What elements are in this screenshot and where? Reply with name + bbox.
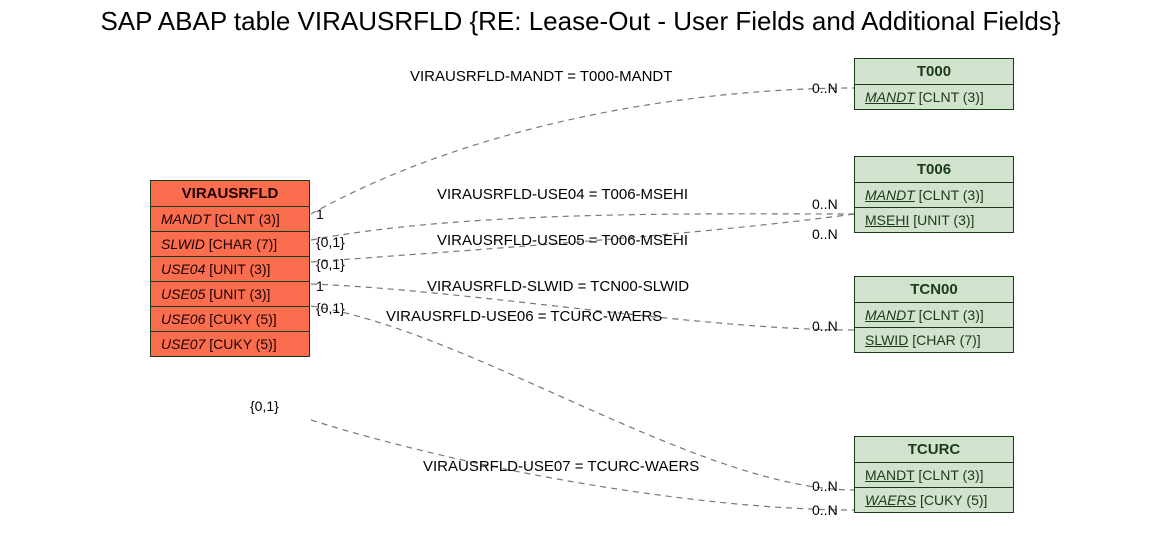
cardinality: 0..N xyxy=(812,478,838,494)
relation-label: VIRAUSRFLD-USE04 = T006-MSEHI xyxy=(437,186,688,203)
entity-tcurc: TCURC MANDT [CLNT (3)] WAERS [CUKY (5)] xyxy=(854,436,1014,513)
cardinality: 0..N xyxy=(812,502,838,518)
relation-label: VIRAUSRFLD-USE05 = T006-MSEHI xyxy=(437,232,688,249)
entity-field: MANDT [CLNT (3)] xyxy=(855,463,1013,488)
relation-label: VIRAUSRFLD-SLWID = TCN00-SLWID xyxy=(427,278,689,295)
entity-header: T000 xyxy=(855,59,1013,85)
entity-header: TCURC xyxy=(855,437,1013,463)
entity-t006: T006 MANDT [CLNT (3)] MSEHI [UNIT (3)] xyxy=(854,156,1014,233)
entity-field: USE04 [UNIT (3)] xyxy=(151,257,309,282)
relation-label: VIRAUSRFLD-USE06 = TCURC-WAERS xyxy=(386,308,662,325)
cardinality: {0,1} xyxy=(250,398,279,414)
entity-field: SLWID [CHAR (7)] xyxy=(855,328,1013,352)
cardinality: {0,1} xyxy=(316,234,345,250)
entity-field: USE07 [CUKY (5)] xyxy=(151,332,309,356)
entity-t000: T000 MANDT [CLNT (3)] xyxy=(854,58,1014,110)
entity-virausrfld: VIRAUSRFLD MANDT [CLNT (3)] SLWID [CHAR … xyxy=(150,180,310,357)
cardinality: {0,1} xyxy=(316,256,345,272)
entity-field: MANDT [CLNT (3)] xyxy=(855,183,1013,208)
entity-field: USE05 [UNIT (3)] xyxy=(151,282,309,307)
entity-tcn00: TCN00 MANDT [CLNT (3)] SLWID [CHAR (7)] xyxy=(854,276,1014,353)
entity-field: MANDT [CLNT (3)] xyxy=(855,85,1013,109)
entity-header: T006 xyxy=(855,157,1013,183)
cardinality: 0..N xyxy=(812,80,838,96)
entity-field: WAERS [CUKY (5)] xyxy=(855,488,1013,512)
entity-field: MANDT [CLNT (3)] xyxy=(855,303,1013,328)
cardinality: 0..N xyxy=(812,196,838,212)
entity-field: MANDT [CLNT (3)] xyxy=(151,207,309,232)
entity-header: VIRAUSRFLD xyxy=(151,181,309,207)
page-title: SAP ABAP table VIRAUSRFLD {RE: Lease-Out… xyxy=(0,6,1161,37)
entity-field: MSEHI [UNIT (3)] xyxy=(855,208,1013,232)
cardinality: 0..N xyxy=(812,318,838,334)
relation-label: VIRAUSRFLD-USE07 = TCURC-WAERS xyxy=(423,458,699,475)
cardinality: 0..N xyxy=(812,226,838,242)
relation-label: VIRAUSRFLD-MANDT = T000-MANDT xyxy=(410,68,672,85)
entity-field: SLWID [CHAR (7)] xyxy=(151,232,309,257)
cardinality: 1 xyxy=(316,206,324,222)
cardinality: {0,1} xyxy=(316,300,345,316)
cardinality: 1 xyxy=(316,278,324,294)
entity-header: TCN00 xyxy=(855,277,1013,303)
entity-field: USE06 [CUKY (5)] xyxy=(151,307,309,332)
